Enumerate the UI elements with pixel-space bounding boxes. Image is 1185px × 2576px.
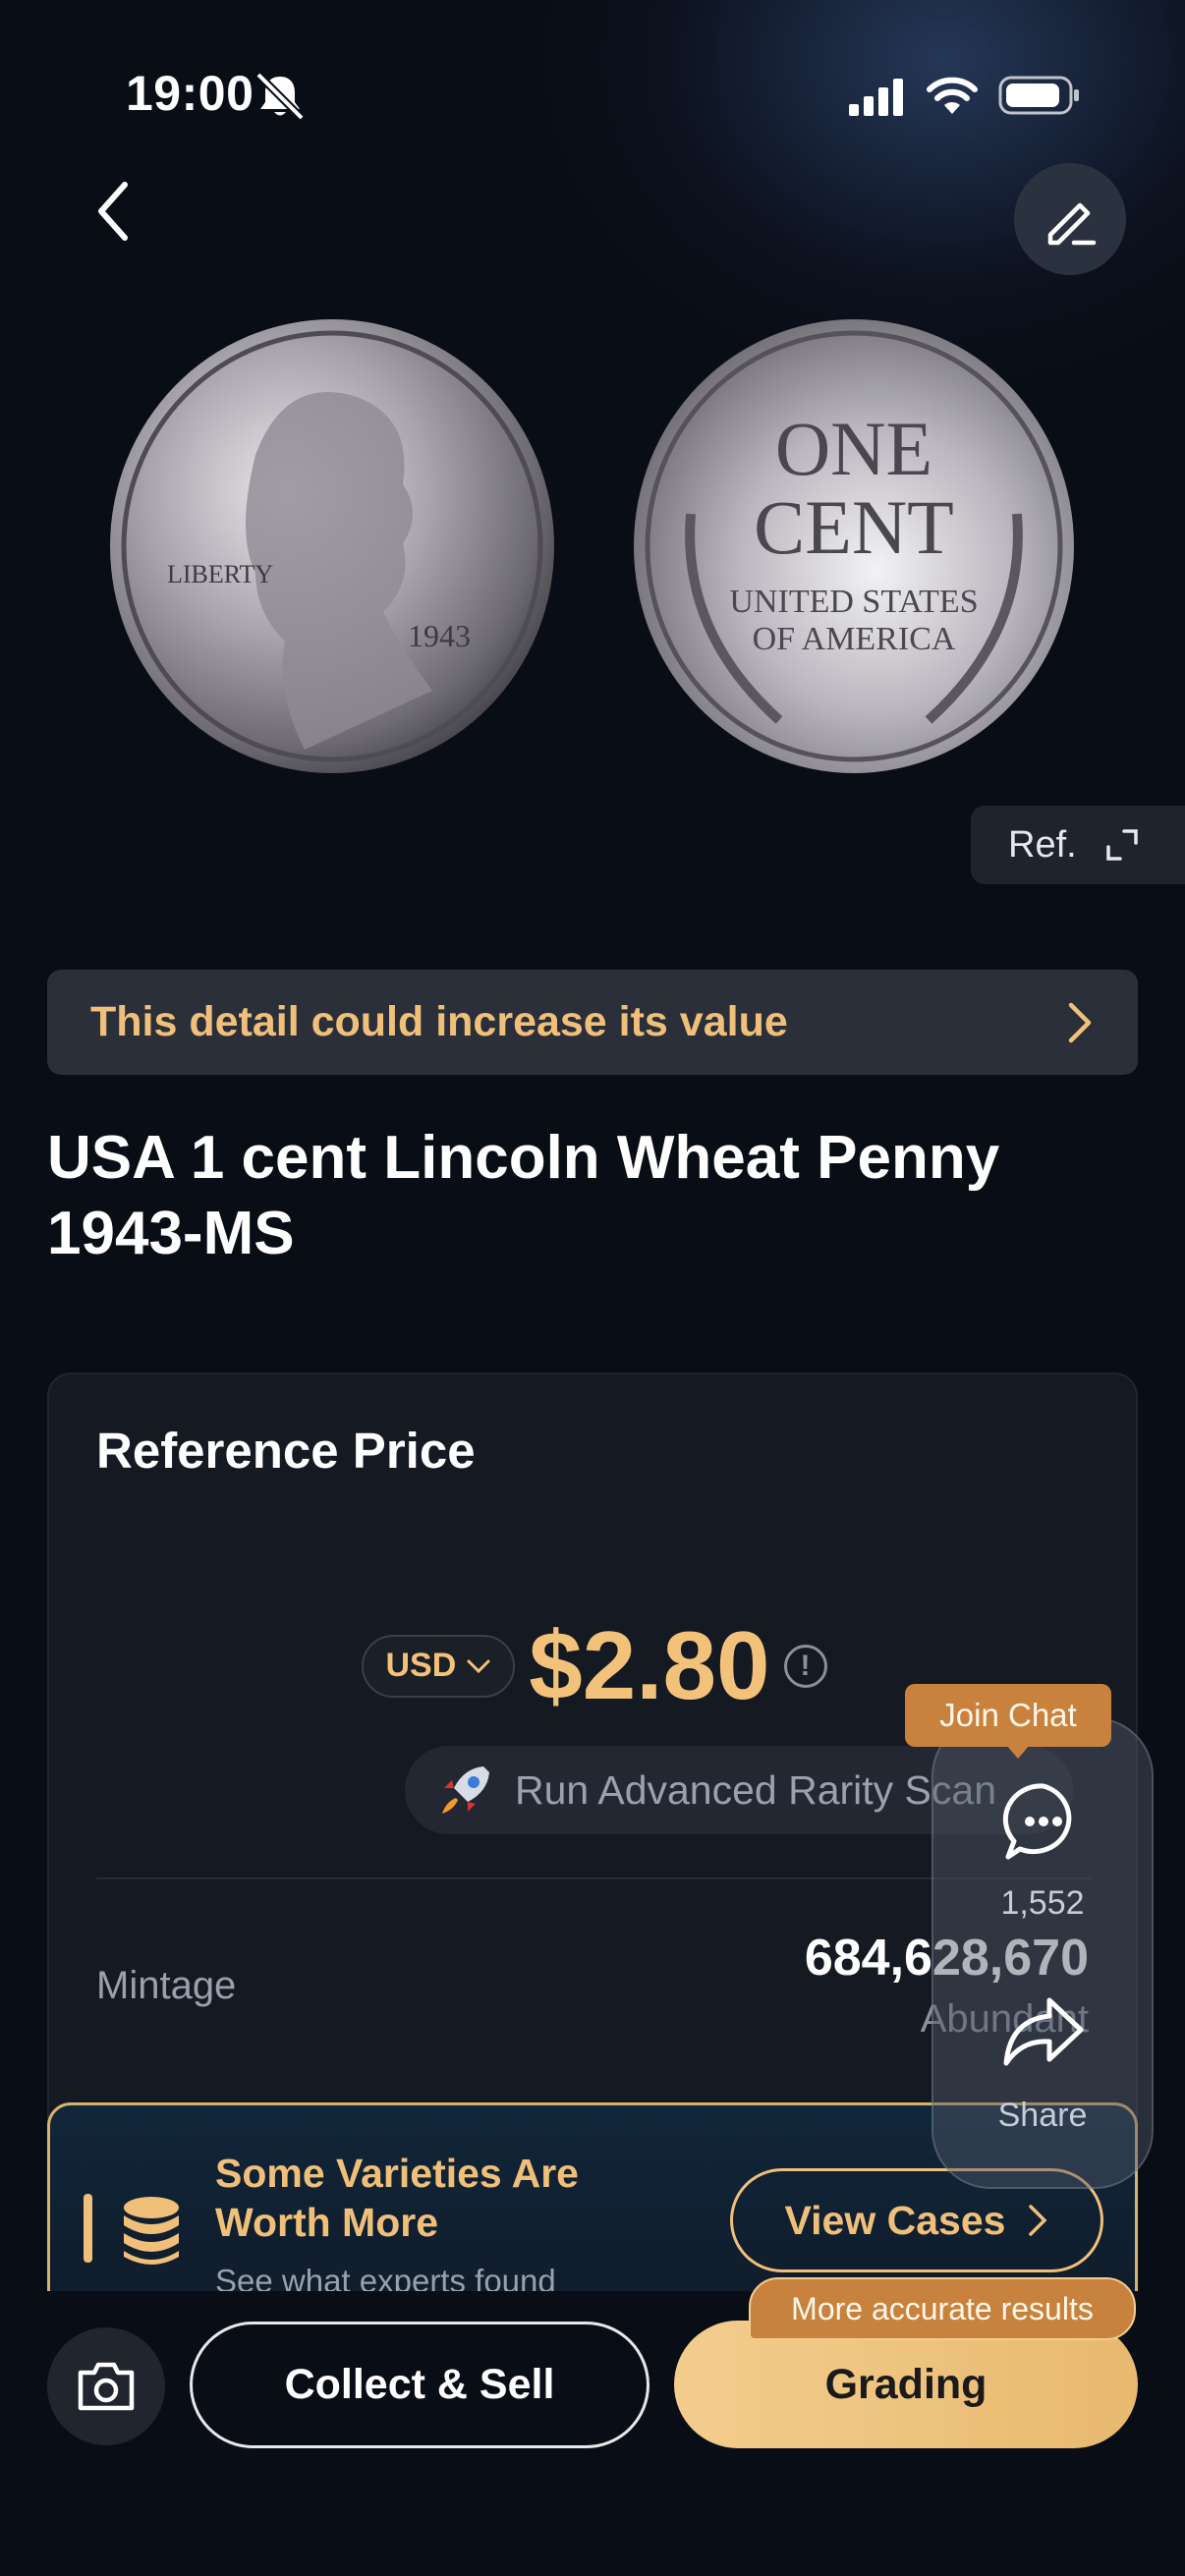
- back-button[interactable]: [69, 167, 157, 255]
- join-chat-pointer: [1006, 1745, 1030, 1759]
- svg-text:LIBERTY: LIBERTY: [167, 560, 273, 588]
- ref-label: Ref.: [1008, 823, 1077, 866]
- coin-reverse-image[interactable]: ONE CENT UNITED STATES OF AMERICA: [632, 317, 1076, 775]
- chevron-right-icon: [1068, 1002, 1092, 1042]
- expand-icon: [1105, 829, 1138, 861]
- rarity-scan-label: Run Advanced Rarity Scan: [515, 1766, 996, 1813]
- camera-icon: [78, 2362, 135, 2411]
- chevron-left-icon: [98, 182, 128, 241]
- coin-obverse-image[interactable]: LIBERTY 1943: [108, 317, 556, 775]
- chat-icon[interactable]: [1002, 1780, 1085, 1863]
- chevron-down-icon: [467, 1659, 490, 1673]
- svg-text:CENT: CENT: [754, 484, 954, 570]
- svg-text:UNITED STATES: UNITED STATES: [729, 584, 978, 620]
- rocket-icon: [442, 1766, 489, 1814]
- svg-text:1943: 1943: [408, 618, 471, 653]
- currency-label: USD: [385, 1647, 457, 1684]
- currency-select[interactable]: USD: [362, 1634, 516, 1698]
- wifi-icon: [927, 77, 978, 114]
- reference-price-title: Reference Price: [96, 1423, 476, 1479]
- svg-text:ONE: ONE: [775, 406, 932, 491]
- coin-title: USA 1 cent Lincoln Wheat Penny 1943-MS: [47, 1124, 1000, 1267]
- chevron-right-icon: [1029, 2205, 1047, 2236]
- join-chat-badge[interactable]: Join Chat: [905, 1684, 1111, 1747]
- camera-button[interactable]: [47, 2327, 165, 2445]
- svg-text:OF AMERICA: OF AMERICA: [753, 621, 956, 657]
- varieties-accent-bar: [84, 2194, 92, 2263]
- share-label[interactable]: Share: [931, 2097, 1154, 2135]
- battery-icon: [998, 76, 1079, 115]
- ref-button[interactable]: Ref.: [971, 806, 1185, 884]
- cellular-signal-icon: [849, 79, 903, 116]
- status-time: 19:00: [126, 66, 254, 121]
- mintage-label: Mintage: [96, 1964, 237, 2007]
- coins-stack-icon: [124, 2197, 179, 2265]
- edit-button[interactable]: [1014, 163, 1126, 275]
- silent-bell-icon: [255, 72, 305, 121]
- chat-count: 1,552: [1000, 1884, 1085, 1922]
- accurate-results-badge: More accurate results: [749, 2277, 1136, 2340]
- edit-icon: [1047, 202, 1097, 246]
- view-cases-label: View Cases: [784, 2197, 1006, 2243]
- detail-banner-text: This detail could increase its value: [90, 998, 788, 1045]
- share-icon[interactable]: [1000, 1994, 1087, 2069]
- info-icon[interactable]: !: [783, 1644, 827, 1688]
- collect-sell-button[interactable]: Collect & Sell: [190, 2322, 649, 2448]
- detail-value-banner[interactable]: This detail could increase its value: [47, 970, 1138, 1075]
- varieties-title: Some Varieties Are Worth More: [215, 2151, 579, 2245]
- price-value: $2.80: [529, 1611, 770, 1719]
